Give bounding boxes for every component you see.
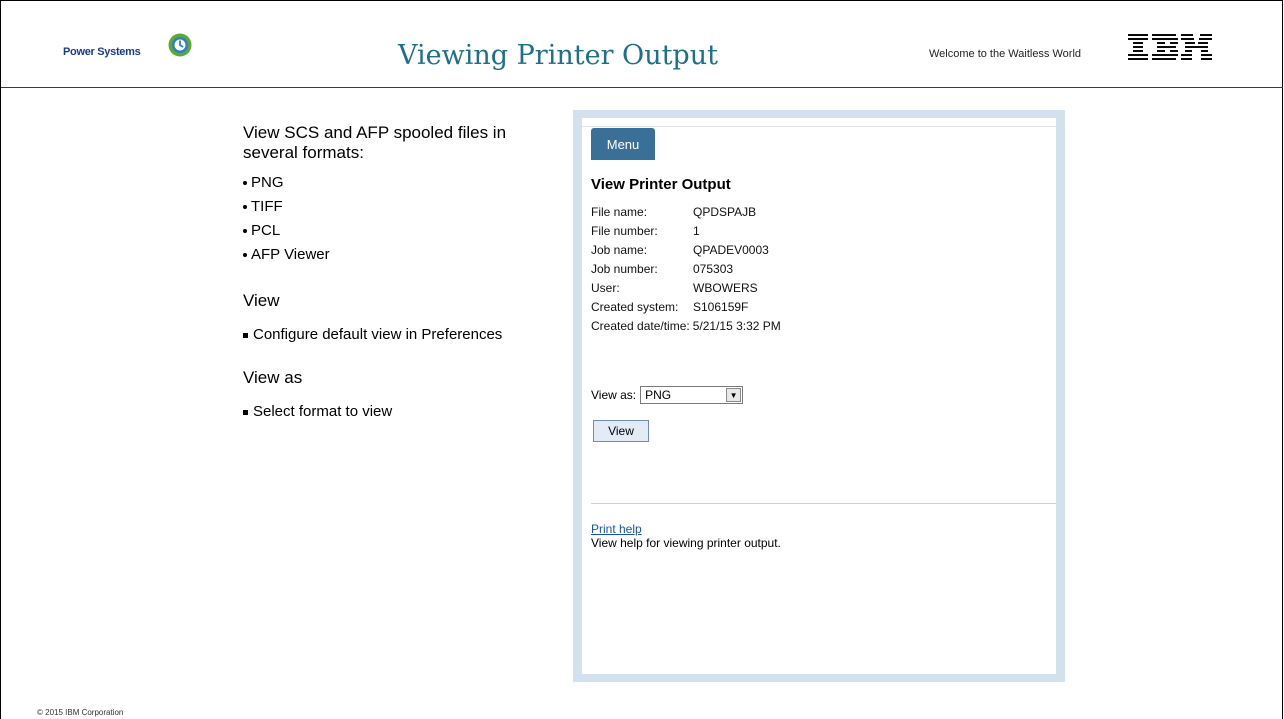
- property-row: Job number: 075303: [591, 259, 781, 278]
- property-row: Created system: S106159F: [591, 297, 781, 316]
- property-label: Created date/time:: [591, 318, 690, 333]
- property-label: User:: [591, 280, 620, 295]
- view-as-row: View as: PNG ▼: [591, 386, 744, 404]
- header-divider: [1, 87, 1283, 88]
- list-item: PNG: [243, 171, 543, 195]
- format-label: PCL: [251, 222, 281, 239]
- bullet-icon: [243, 253, 247, 257]
- copyright: © 2015 IBM Corporation: [37, 708, 124, 717]
- view-as-select[interactable]: PNG ▼: [640, 386, 744, 404]
- brand-name: Power Systems: [63, 46, 141, 58]
- property-row: File name: QPDSPAJB: [591, 202, 781, 221]
- property-value: 1: [693, 223, 700, 238]
- property-label: File number:: [591, 223, 658, 238]
- format-label: PNG: [251, 174, 284, 191]
- list-item: AFP Viewer: [243, 243, 543, 267]
- property-row: Job name: QPADEV0003: [591, 240, 781, 259]
- section-view-text: Configure default view in Preferences: [243, 325, 543, 344]
- format-label: AFP Viewer: [251, 246, 330, 263]
- property-value: S106159F: [693, 299, 749, 314]
- menu-button[interactable]: Menu: [591, 128, 655, 160]
- property-label: Job name:: [591, 242, 648, 257]
- format-list: PNG TIFF PCL AFP Viewer: [243, 171, 543, 267]
- view-as-label: View as:: [591, 388, 637, 402]
- slide-title: Viewing Printer Output: [398, 40, 718, 71]
- ibm-logo-icon: [1128, 34, 1212, 60]
- property-value: QPADEV0003: [693, 242, 769, 257]
- chevron-down-icon[interactable]: ▼: [726, 388, 742, 402]
- property-value: QPDSPAJB: [693, 204, 757, 219]
- screenshot-panel: Menu View Printer Output File name: QPDSP…: [573, 110, 1065, 682]
- divider: [591, 503, 1056, 504]
- view-as-selected-value: PNG: [645, 388, 672, 402]
- property-value: 075303: [693, 261, 734, 276]
- property-row: File number: 1: [591, 221, 781, 240]
- section-view-heading: View: [243, 291, 280, 310]
- list-item: TIFF: [243, 195, 543, 219]
- property-value: WBOWERS: [693, 280, 758, 295]
- bullet-icon: [243, 332, 248, 338]
- print-help-link[interactable]: Print help: [591, 522, 642, 536]
- format-label: TIFF: [251, 198, 283, 215]
- bullet-icon: [243, 409, 248, 415]
- help-description: View help for viewing printer output.: [591, 536, 781, 550]
- section-viewas-heading: View as: [243, 368, 303, 387]
- bullet-icon: [243, 229, 247, 233]
- intro-text: View SCS and AFP spooled files in severa…: [243, 123, 507, 162]
- view-printer-output-title: View Printer Output: [591, 176, 731, 193]
- property-label: Job number:: [591, 261, 658, 276]
- property-label: File name:: [591, 204, 648, 219]
- power-systems-logo-icon: [168, 33, 192, 57]
- bullet-icon: [243, 205, 247, 209]
- panel-content: Menu View Printer Output File name: QPDSP…: [582, 118, 1056, 674]
- panel-topbar: [582, 118, 1056, 127]
- property-label: Created system:: [591, 299, 679, 314]
- view-button[interactable]: View: [593, 420, 649, 442]
- section-viewas-text: Select format to view: [243, 402, 543, 421]
- property-value: 5/21/15 3:32 PM: [692, 318, 781, 333]
- property-row: Created date/time: 5/21/15 3:32 PM: [591, 316, 781, 335]
- property-row: User: WBOWERS: [591, 278, 781, 297]
- bullet-icon: [243, 181, 247, 185]
- properties-list: File name: QPDSPAJB File number: 1 Job nam…: [591, 202, 781, 335]
- left-column: View SCS and AFP spooled files in severa…: [243, 123, 543, 421]
- tagline: Welcome to the Waitless World: [929, 48, 1082, 60]
- list-item: PCL: [243, 219, 543, 243]
